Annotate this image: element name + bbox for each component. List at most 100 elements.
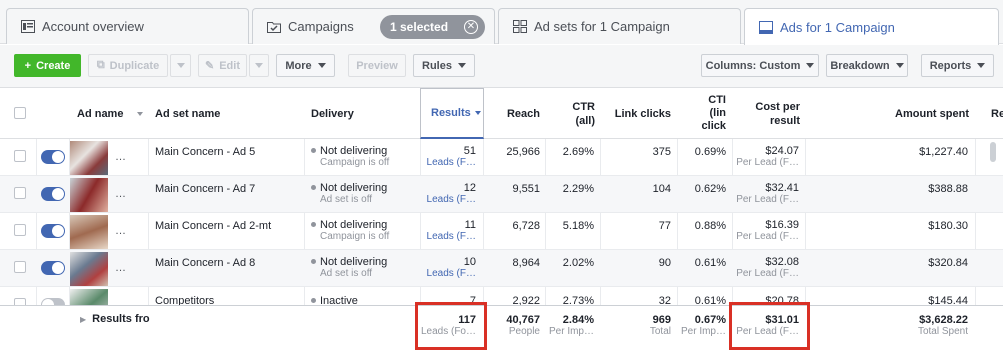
results-value: 11 xyxy=(464,219,476,231)
ad-name[interactable]: … xyxy=(115,262,126,274)
delivery-status: Not delivering xyxy=(320,145,388,157)
selected-pill[interactable]: 1 selected ✕ xyxy=(380,15,485,39)
tab-ad-sets[interactable]: Ad sets for 1 Campaign xyxy=(498,8,741,44)
header-ad-set-name[interactable]: Ad set name xyxy=(155,88,300,139)
header-cost-per-result[interactable]: Cost per result xyxy=(735,88,800,139)
chevron-down-icon xyxy=(895,63,904,68)
ad-name[interactable]: … xyxy=(115,225,126,237)
footer-reach-value: 40,767 xyxy=(506,314,540,326)
edit-label: Edit xyxy=(219,59,240,72)
create-button[interactable]: + Create xyxy=(14,54,81,77)
header-ctr-all-line1: CTR xyxy=(572,100,595,113)
pencil-icon: ✎ xyxy=(205,60,215,72)
chevron-down-icon xyxy=(806,63,815,68)
status-toggle[interactable] xyxy=(41,224,65,238)
row-checkbox[interactable] xyxy=(14,150,26,162)
header-extra-label: Re xyxy=(991,107,1003,120)
footer-spent-sub: Total Spent xyxy=(917,326,968,337)
header-ctr-link-line3: click xyxy=(701,120,726,132)
header-ad-set-name-label: Ad set name xyxy=(155,107,221,120)
delivery-status: Not delivering xyxy=(320,182,388,194)
table-row[interactable]: … Main Concern - Ad 5 Not delivering Camp… xyxy=(0,139,1003,176)
edit-dropdown[interactable] xyxy=(249,54,269,77)
more-button[interactable]: More xyxy=(276,54,335,77)
rules-button[interactable]: Rules xyxy=(413,54,475,77)
table-row[interactable]: … Main Concern - Ad 7 Not delivering Ad s… xyxy=(0,176,1003,213)
results-summary-row: ▶ Results fro 117 Leads (Fo… 40,767 People … xyxy=(0,305,1003,351)
header-ad-name[interactable]: Ad name xyxy=(77,88,145,139)
tab-bar: Account overview Campaigns 1 selected ✕ … xyxy=(0,0,1003,45)
header-reach[interactable]: Reach xyxy=(486,88,540,139)
ad-name[interactable]: … xyxy=(115,151,126,163)
header-ctr-link[interactable]: CTI (lin click xyxy=(680,88,726,139)
footer-ctr-sub: Per Imp… xyxy=(548,326,594,337)
delivery-status: Not delivering xyxy=(320,256,388,268)
status-dot-icon xyxy=(311,148,316,153)
header-extra[interactable]: Re xyxy=(991,88,1003,139)
footer-reach: 40,767 People xyxy=(486,314,540,337)
tab-ads[interactable]: Ads for 1 Campaign xyxy=(744,8,999,45)
row-checkbox[interactable] xyxy=(14,224,26,236)
selected-pill-label: 1 selected xyxy=(390,20,449,34)
breakdown-button[interactable]: Breakdown xyxy=(826,54,908,77)
duplicate-dropdown[interactable] xyxy=(170,54,191,77)
create-label: Create xyxy=(36,59,71,72)
cost-sub: Per Lead (F… xyxy=(736,268,799,279)
results-summary-label[interactable]: ▶ Results fro xyxy=(80,313,150,325)
header-delivery[interactable]: Delivery xyxy=(311,88,416,139)
results-type-link[interactable]: Leads (F… xyxy=(420,157,476,168)
table-row[interactable]: … Main Concern - Ad 8 Not delivering Ad s… xyxy=(0,250,1003,287)
footer-link-clicks: 969 Total xyxy=(603,314,671,337)
chevron-down-icon xyxy=(977,63,986,68)
results-value: 51 xyxy=(463,145,476,157)
header-ctr-all-label: CTR (all) xyxy=(572,100,595,128)
columns-button[interactable]: Columns: Custom xyxy=(701,54,819,77)
ad-thumbnail xyxy=(70,178,108,212)
footer-ctr-value: 2.84% xyxy=(562,314,594,326)
ad-thumbnail xyxy=(70,141,108,175)
scrollbar[interactable] xyxy=(990,142,996,162)
delivery-status: Not delivering xyxy=(320,219,388,231)
results-type-link[interactable]: Leads (F… xyxy=(420,268,476,279)
row-checkbox[interactable] xyxy=(14,261,26,273)
status-toggle[interactable] xyxy=(41,187,65,201)
reports-button[interactable]: Reports xyxy=(921,54,994,77)
results-summary-text: Results fro xyxy=(92,313,150,325)
columns-label: Columns: Custom xyxy=(705,59,801,72)
header-cost-line2: result xyxy=(770,114,800,127)
tab-account-overview-label: Account overview xyxy=(42,19,144,34)
toolbar: + Create ⧉ Duplicate ✎ Edit More Preview Ru… xyxy=(0,45,1003,88)
header-ctr-all[interactable]: CTR (all) xyxy=(548,88,595,139)
sort-desc-icon xyxy=(474,111,481,115)
table-row[interactable]: … Main Concern - Ad 2-mt Not delivering C… xyxy=(0,213,1003,250)
header-results[interactable]: Results xyxy=(420,88,484,139)
preview-button[interactable]: Preview xyxy=(348,54,406,77)
footer-ctr-link-sub: Per Imp… xyxy=(680,326,726,337)
grid-icon xyxy=(513,20,527,33)
ad-icon xyxy=(759,20,773,34)
status-toggle[interactable] xyxy=(41,261,65,275)
edit-button[interactable]: ✎ Edit xyxy=(198,54,247,77)
cost-value: $24.07 xyxy=(765,145,799,157)
footer-spent-value: $3,628.22 xyxy=(919,314,968,326)
header-link-clicks[interactable]: Link clicks xyxy=(603,88,671,139)
rules-label: Rules xyxy=(422,59,452,72)
clear-selection-icon[interactable]: ✕ xyxy=(464,20,478,34)
results-type-link[interactable]: Leads (F… xyxy=(420,231,476,242)
duplicate-button[interactable]: ⧉ Duplicate xyxy=(88,54,168,77)
select-all-checkbox[interactable] xyxy=(14,107,26,119)
header-ctr-link-line1: CTI xyxy=(708,94,726,106)
chevron-down-icon xyxy=(176,63,185,68)
row-checkbox[interactable] xyxy=(14,187,26,199)
chevron-down-icon xyxy=(317,63,326,68)
status-toggle[interactable] xyxy=(41,150,65,164)
results-type-link[interactable]: Leads (F… xyxy=(420,194,476,205)
tab-account-overview[interactable]: Account overview xyxy=(6,8,249,44)
ad-name[interactable]: … xyxy=(115,188,126,200)
header-amount-spent[interactable]: Amount spent xyxy=(808,88,969,139)
ad-thumbnail xyxy=(70,252,108,286)
header-ctr-link-label: CTI (lin click xyxy=(702,94,726,133)
footer-reach-sub: People xyxy=(508,326,540,337)
cost-value: $32.41 xyxy=(765,182,799,194)
cost-sub: Per Lead (F… xyxy=(736,157,799,168)
